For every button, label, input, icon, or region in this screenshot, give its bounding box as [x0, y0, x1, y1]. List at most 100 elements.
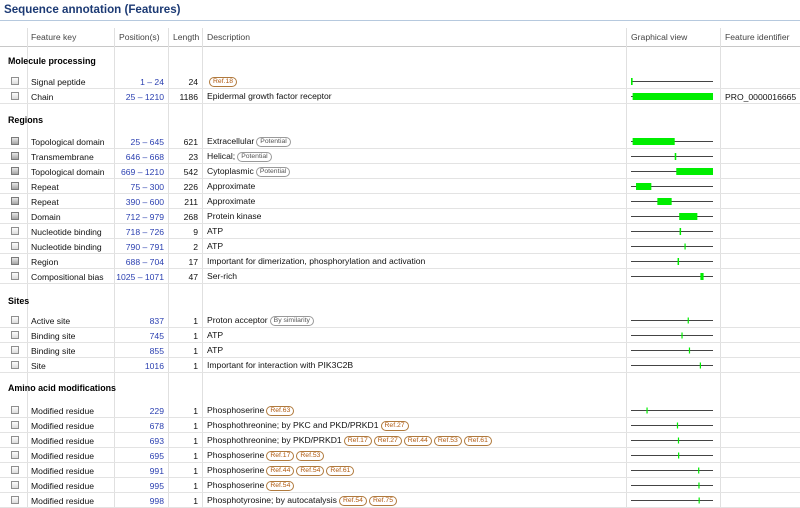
- row-checkbox[interactable]: [11, 212, 19, 220]
- row-checkbox[interactable]: [11, 316, 19, 324]
- evidence-badge[interactable]: By similarity: [269, 316, 314, 326]
- position-link[interactable]: 837: [150, 316, 164, 326]
- row-checkbox[interactable]: [11, 331, 19, 339]
- feature-row: Repeat 390 – 600 211 Approximate: [0, 194, 800, 209]
- description-text: Ser-rich: [207, 271, 238, 281]
- reference-badge[interactable]: Ref.17: [343, 436, 372, 446]
- row-checkbox[interactable]: [11, 227, 19, 235]
- row-checkbox[interactable]: [11, 197, 19, 205]
- description-text: Phosphotyrosine; by autocatalysis: [207, 495, 337, 505]
- graphical-view: [631, 361, 713, 370]
- position-link[interactable]: 229: [150, 406, 164, 416]
- row-checkbox[interactable]: [11, 361, 19, 369]
- graphical-view: [631, 481, 713, 490]
- graphical-view: [631, 227, 713, 236]
- feature-row: Modified residue 991 1 Phosphoserine Ref.44 R…: [0, 463, 800, 478]
- row-checkbox[interactable]: [11, 77, 19, 85]
- reference-badge[interactable]: Ref.63: [266, 406, 295, 416]
- position-link[interactable]: 669 – 1210: [121, 167, 164, 177]
- position-link[interactable]: 390 – 600: [126, 197, 164, 207]
- description-text: ATP: [207, 241, 224, 251]
- reference-badge[interactable]: Ref.18: [209, 77, 238, 87]
- row-checkbox[interactable]: [11, 152, 19, 160]
- position-link[interactable]: 1016: [145, 361, 164, 371]
- row-checkbox[interactable]: [11, 346, 19, 354]
- header-positions: Position(s): [119, 32, 160, 42]
- description-text: ATP: [207, 345, 224, 355]
- position-link[interactable]: 712 – 979: [126, 212, 164, 222]
- reference-badge[interactable]: Ref.53: [296, 451, 325, 461]
- feature-row: Modified residue 678 1 Phosphothreonine; by…: [0, 418, 800, 433]
- row-checkbox[interactable]: [11, 137, 19, 145]
- graphical-view: [631, 167, 713, 176]
- row-checkbox[interactable]: [11, 182, 19, 190]
- evidence-badge[interactable]: Potential: [255, 167, 291, 177]
- position-link[interactable]: 745: [150, 331, 164, 341]
- reference-badge[interactable]: Ref.61: [326, 466, 355, 476]
- row-checkbox[interactable]: [11, 496, 19, 504]
- section-heading: Molecule processing: [8, 56, 96, 66]
- position-link[interactable]: 855: [150, 346, 164, 356]
- reference-badge[interactable]: Ref.27: [373, 436, 402, 446]
- position-link[interactable]: 693: [150, 436, 164, 446]
- row-divider: [0, 372, 800, 373]
- feature-bar: [688, 347, 691, 354]
- evidence-badge[interactable]: Potential: [237, 152, 272, 162]
- position-link[interactable]: 998: [150, 496, 164, 506]
- description-text: Approximate: [207, 181, 256, 191]
- feature-bar: [657, 198, 672, 205]
- position-link[interactable]: 718 – 726: [126, 227, 164, 237]
- row-checkbox[interactable]: [11, 406, 19, 414]
- position-link[interactable]: 991: [150, 466, 164, 476]
- row-checkbox[interactable]: [11, 421, 19, 429]
- position-link[interactable]: 790 – 791: [126, 242, 164, 252]
- reference-badge[interactable]: Ref.75: [368, 496, 397, 506]
- reference-badge[interactable]: Ref.44: [266, 466, 295, 476]
- feature-description: Phosphoserine Ref.44 Ref.54 Ref.61: [207, 465, 355, 476]
- feature-track: [631, 362, 713, 369]
- position-link[interactable]: 1025 – 1071: [116, 272, 164, 282]
- row-checkbox[interactable]: [11, 242, 19, 250]
- position-link[interactable]: 75 – 300: [131, 182, 164, 192]
- header-length: Length: [173, 32, 200, 42]
- reference-badge[interactable]: Ref.54: [296, 466, 325, 476]
- feature-length: 1: [193, 451, 198, 461]
- feature-row: Binding site 745 1 ATP: [0, 328, 800, 343]
- reference-badge[interactable]: Ref.44: [403, 436, 432, 446]
- position-link[interactable]: 688 – 704: [126, 257, 164, 267]
- position-link[interactable]: 25 – 1210: [126, 92, 164, 102]
- reference-badge[interactable]: Ref.61: [463, 436, 492, 446]
- row-checkbox[interactable]: [11, 92, 19, 100]
- feature-key: Topological domain: [31, 167, 105, 177]
- position-link[interactable]: 678: [150, 421, 164, 431]
- position-link[interactable]: 1 – 24: [140, 77, 164, 87]
- graphical-view: [631, 92, 713, 101]
- position-link[interactable]: 995: [150, 481, 164, 491]
- section-heading: Sites: [8, 296, 30, 306]
- feature-length: 2: [193, 242, 198, 252]
- row-checkbox[interactable]: [11, 257, 19, 265]
- feature-description: Approximate: [207, 181, 255, 191]
- position-link[interactable]: 25 – 645: [131, 137, 164, 147]
- evidence-badge[interactable]: Potential: [256, 137, 291, 147]
- row-checkbox[interactable]: [11, 481, 19, 489]
- reference-badge[interactable]: Ref.53: [433, 436, 462, 446]
- header-description: Description: [207, 32, 250, 42]
- reference-badge[interactable]: Ref.27: [380, 421, 409, 431]
- row-checkbox[interactable]: [11, 167, 19, 175]
- reference-badge[interactable]: Ref.54: [338, 496, 367, 506]
- row-checkbox[interactable]: [11, 451, 19, 459]
- reference-badge[interactable]: Ref.54: [266, 481, 295, 491]
- feature-description: Phosphotyrosine; by autocatalysis Ref.54 R…: [207, 495, 397, 506]
- feature-row: Site 1016 1 Important for interaction with …: [0, 358, 800, 373]
- position-link[interactable]: 695: [150, 451, 164, 461]
- feature-description: Important for interaction with PIK3C2B: [207, 360, 353, 370]
- feature-length: 17: [188, 257, 198, 267]
- feature-length: 47: [188, 272, 198, 282]
- feature-description: Extracellular Potential: [207, 136, 291, 147]
- reference-badge[interactable]: Ref.17: [266, 451, 295, 461]
- row-checkbox[interactable]: [11, 466, 19, 474]
- row-checkbox[interactable]: [11, 436, 19, 444]
- position-link[interactable]: 646 – 668: [126, 152, 164, 162]
- row-checkbox[interactable]: [11, 272, 19, 280]
